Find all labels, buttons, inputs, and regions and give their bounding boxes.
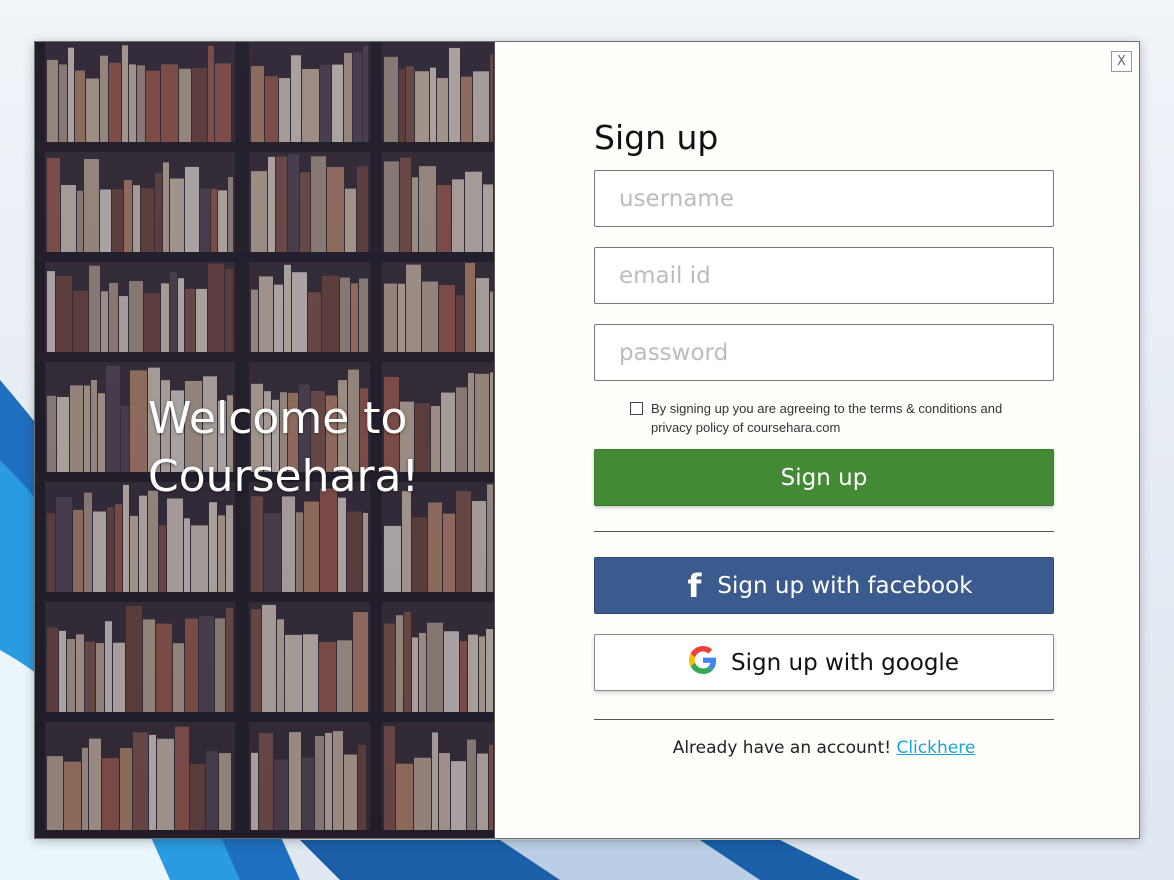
facebook-button-label: Sign up with facebook [717, 572, 973, 599]
google-button-label: Sign up with google [731, 649, 959, 676]
close-button[interactable]: X [1111, 51, 1132, 72]
form-panel: X Sign up By signing up you are agreeing… [495, 42, 1139, 838]
hero-panel: Welcome to Coursehara! [35, 42, 495, 838]
password-input[interactable] [594, 324, 1054, 381]
google-signup-button[interactable]: Sign up with google [594, 634, 1054, 691]
welcome-heading: Welcome to Coursehara! [148, 390, 448, 506]
divider [594, 531, 1054, 532]
login-prompt-text: Already have an account! [672, 738, 892, 758]
terms-row: By signing up you are agreeing to the te… [630, 399, 1030, 437]
facebook-signup-button[interactable]: f Sign up with facebook [594, 557, 1054, 614]
signup-button[interactable]: Sign up [594, 449, 1054, 506]
terms-checkbox[interactable] [630, 402, 643, 415]
signup-modal: Welcome to Coursehara! X Sign up By sign… [34, 41, 1140, 839]
signup-button-label: Sign up [780, 464, 868, 491]
login-link[interactable]: Clickhere [896, 738, 975, 758]
google-icon [689, 645, 717, 680]
login-prompt: Already have an account! Clickhere [594, 738, 1054, 758]
terms-text: By signing up you are agreeing to the te… [651, 401, 1003, 435]
username-input[interactable] [594, 170, 1054, 227]
email-input[interactable] [594, 247, 1054, 304]
facebook-icon: f [687, 566, 702, 605]
welcome-line-2: Coursehara! [148, 451, 420, 502]
signup-form: Sign up By signing up you are agreeing t… [594, 118, 1054, 758]
divider [594, 719, 1054, 720]
form-title: Sign up [594, 118, 719, 157]
welcome-line-1: Welcome to [148, 393, 408, 444]
